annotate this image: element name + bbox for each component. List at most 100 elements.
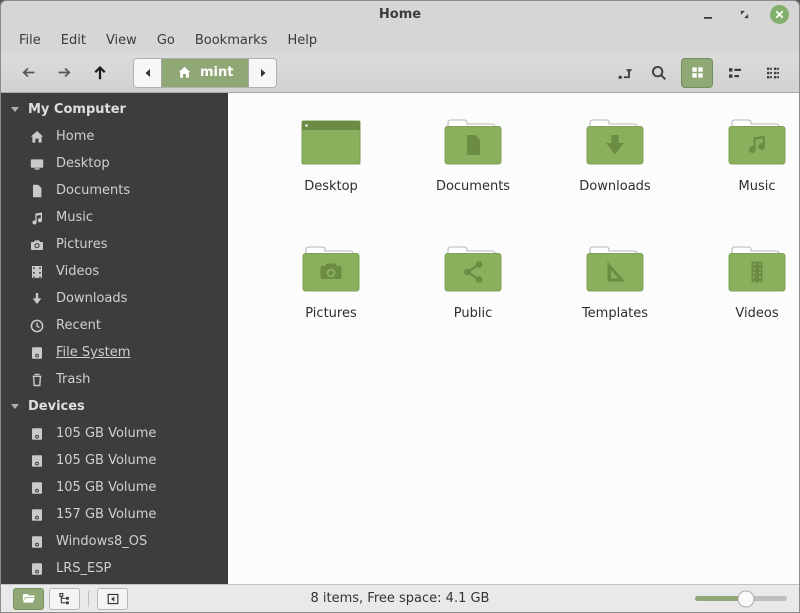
home-icon bbox=[29, 129, 45, 145]
sidebar: My Computer Home Desktop Documents Music Pict… bbox=[1, 93, 228, 584]
sidebar-item-label: Pictures bbox=[56, 237, 107, 252]
folder-documents[interactable]: Documents bbox=[402, 107, 544, 234]
sidebar-item-label: 105 GB Volume bbox=[56, 426, 156, 441]
titlebar: Home bbox=[1, 1, 799, 28]
sidebar-item-105-gb-volume[interactable]: 105 GB Volume bbox=[1, 420, 228, 447]
drive-icon bbox=[29, 426, 45, 442]
sidebar-item-documents[interactable]: Documents bbox=[1, 177, 228, 204]
menu-file[interactable]: File bbox=[9, 30, 51, 51]
folder-music[interactable]: Music bbox=[686, 107, 799, 234]
breadcrumb-prev-button[interactable] bbox=[134, 59, 161, 87]
sidebar-item-label: Downloads bbox=[56, 291, 127, 306]
zoom-slider[interactable] bbox=[695, 589, 787, 609]
forward-button[interactable] bbox=[47, 58, 81, 88]
sidebar-item-music[interactable]: Music bbox=[1, 204, 228, 231]
search-icon[interactable] bbox=[643, 58, 675, 88]
folder-downloads[interactable]: Downloads bbox=[544, 107, 686, 234]
file-manager-window: Home FileEditViewGoBookmarksHelp bbox=[0, 0, 800, 613]
drive-icon bbox=[29, 561, 45, 577]
sidebar-item-label: Desktop bbox=[56, 156, 110, 171]
statusbar: 8 items, Free space: 4.1 GB bbox=[1, 584, 799, 612]
zoom-slider-handle[interactable] bbox=[737, 590, 754, 607]
sidebar-item-file-system[interactable]: File System bbox=[1, 339, 228, 366]
drive-icon bbox=[29, 507, 45, 523]
sidebar-item-label: Music bbox=[56, 210, 93, 225]
list-view-button[interactable] bbox=[719, 58, 751, 88]
sidebar-item-trash[interactable]: Trash bbox=[1, 366, 228, 393]
breadcrumb-next-button[interactable] bbox=[249, 59, 276, 87]
music-folder-icon bbox=[722, 113, 792, 175]
menubar: FileEditViewGoBookmarksHelp bbox=[1, 28, 799, 53]
sidebar-item-lrs-esp[interactable]: LRS_ESP bbox=[1, 555, 228, 582]
window-controls bbox=[698, 5, 799, 25]
menu-help[interactable]: Help bbox=[277, 30, 327, 51]
close-button[interactable] bbox=[770, 5, 789, 24]
up-button[interactable] bbox=[83, 58, 117, 88]
folder-label: Desktop bbox=[304, 179, 358, 194]
download-icon bbox=[29, 291, 45, 307]
sidebar-item-label: Recent bbox=[56, 318, 101, 333]
status-text: 8 items, Free space: 4.1 GB bbox=[1, 591, 799, 606]
breadcrumb: mint bbox=[133, 58, 277, 88]
sidebar-item-windows8-os[interactable]: Windows8_OS bbox=[1, 528, 228, 555]
breadcrumb-current[interactable]: mint bbox=[161, 59, 249, 87]
sidebar-item-label: Home bbox=[56, 129, 94, 144]
icon-grid: Desktop DocumentsDownloads Music Pictures Pu… bbox=[260, 107, 799, 361]
sidebar-item-label: Trash bbox=[56, 372, 90, 387]
sidebar-item-label: Documents bbox=[56, 183, 130, 198]
folder-templates[interactable]: Templates bbox=[544, 234, 686, 361]
sidebar-item-pictures[interactable]: Pictures bbox=[1, 231, 228, 258]
sidebar-section-devices[interactable]: Devices bbox=[1, 393, 228, 420]
sidebar-item-label: 105 GB Volume bbox=[56, 480, 156, 495]
sidebar-item-label: Windows8_OS bbox=[56, 534, 147, 549]
sidebar-item-downloads[interactable]: Downloads bbox=[1, 285, 228, 312]
sidebar-section-label: Devices bbox=[28, 399, 85, 414]
document-icon bbox=[29, 183, 45, 199]
back-button[interactable] bbox=[11, 58, 45, 88]
documents-folder-icon bbox=[438, 113, 508, 175]
expander-icon bbox=[11, 404, 19, 409]
sidebar-item-videos[interactable]: Videos bbox=[1, 258, 228, 285]
desktop-folder-icon bbox=[296, 113, 366, 175]
menu-view[interactable]: View bbox=[96, 30, 147, 51]
toggle-location-entry-icon[interactable] bbox=[609, 58, 641, 88]
folder-videos[interactable]: Videos bbox=[686, 234, 799, 361]
clock-icon bbox=[29, 318, 45, 334]
sidebar-item-desktop[interactable]: Desktop bbox=[1, 150, 228, 177]
sidebar-item-105-gb-volume[interactable]: 105 GB Volume bbox=[1, 447, 228, 474]
sidebar-item-157-gb-volume[interactable]: 157 GB Volume bbox=[1, 501, 228, 528]
compact-view-button[interactable] bbox=[757, 58, 789, 88]
toolbar: mint bbox=[1, 53, 799, 93]
videos-folder-icon bbox=[722, 240, 792, 302]
desktop-icon bbox=[29, 156, 45, 172]
folder-label: Pictures bbox=[305, 306, 356, 321]
menu-go[interactable]: Go bbox=[147, 30, 185, 51]
sidebar-section-my-computer[interactable]: My Computer bbox=[1, 96, 228, 123]
minimize-button[interactable] bbox=[698, 5, 718, 25]
menu-bookmarks[interactable]: Bookmarks bbox=[185, 30, 278, 51]
folder-public[interactable]: Public bbox=[402, 234, 544, 361]
folder-label: Videos bbox=[735, 306, 778, 321]
window-body: My Computer Home Desktop Documents Music Pict… bbox=[1, 93, 799, 584]
drive-icon bbox=[29, 534, 45, 550]
drive-icon bbox=[29, 480, 45, 496]
folder-desktop[interactable]: Desktop bbox=[260, 107, 402, 234]
file-view: Desktop DocumentsDownloads Music Pictures Pu… bbox=[228, 93, 799, 584]
folder-pictures[interactable]: Pictures bbox=[260, 234, 402, 361]
zoom-slider-track[interactable] bbox=[695, 596, 787, 601]
sidebar-item-105-gb-volume[interactable]: 105 GB Volume bbox=[1, 474, 228, 501]
folder-label: Music bbox=[739, 179, 776, 194]
folder-label: Templates bbox=[582, 306, 648, 321]
film-icon bbox=[29, 264, 45, 280]
sidebar-item-recent[interactable]: Recent bbox=[1, 312, 228, 339]
drive-icon bbox=[29, 345, 45, 361]
maximize-button[interactable] bbox=[734, 5, 754, 25]
breadcrumb-location-label: mint bbox=[200, 65, 233, 80]
window-title: Home bbox=[1, 7, 799, 22]
camera-icon bbox=[29, 237, 45, 253]
drive-icon bbox=[29, 453, 45, 469]
sidebar-item-home[interactable]: Home bbox=[1, 123, 228, 150]
icon-view-button[interactable] bbox=[681, 58, 713, 88]
menu-edit[interactable]: Edit bbox=[51, 30, 96, 51]
home-breadcrumb-icon bbox=[177, 65, 192, 80]
